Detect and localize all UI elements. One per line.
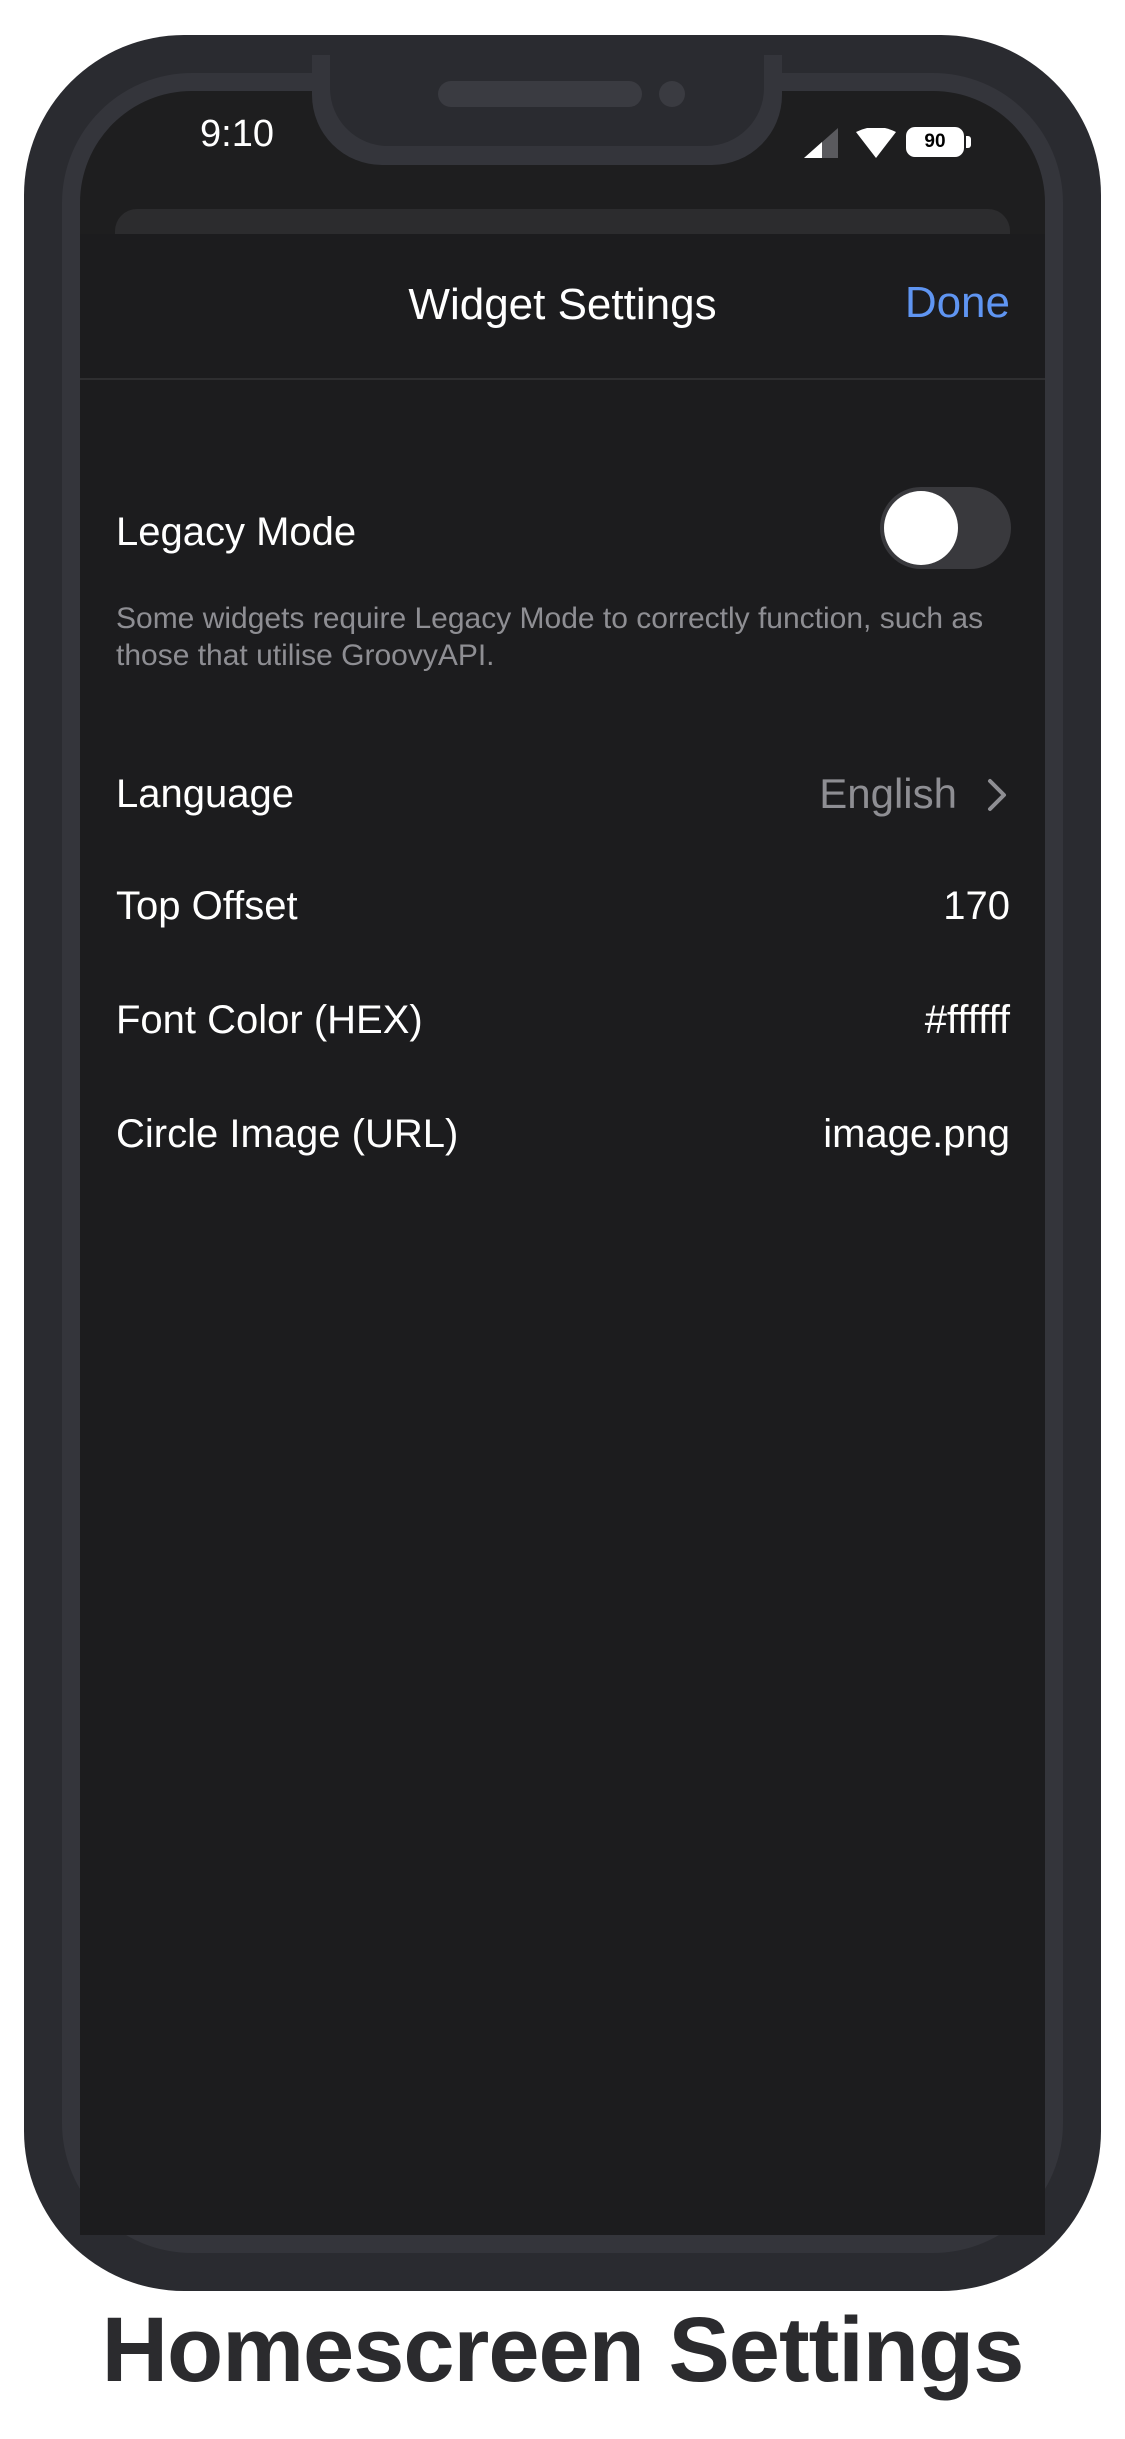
font-color-label: Font Color (HEX) [116,998,423,1042]
front-camera [659,81,685,107]
legacy-mode-footnote: Some widgets require Legacy Mode to corr… [116,602,984,672]
legacy-mode-toggle[interactable] [880,487,1011,569]
language-label: Language [116,772,294,816]
speaker-grille [438,81,642,107]
battery-icon: 90 [906,127,964,157]
legacy-mode-label: Legacy Mode [116,510,357,554]
chevron-right-icon [988,779,1006,811]
wifi-icon [856,128,896,158]
top-offset-input[interactable]: 170 [943,884,1010,929]
cellular-signal-icon [804,128,838,158]
top-offset-label: Top Offset [116,884,298,928]
circle-image-label: Circle Image (URL) [116,1112,459,1156]
nav-divider [80,378,1045,380]
promo-caption: Homescreen Settings [101,2299,1025,2401]
language-value: English [819,770,957,817]
font-color-input[interactable]: #ffffff [925,998,1010,1043]
circle-image-input[interactable]: image.png [823,1112,1010,1157]
battery-cap [966,136,971,148]
toggle-knob [884,491,958,565]
done-button[interactable]: Done [880,278,1010,328]
status-time: 9:10 [200,113,274,155]
battery-level: 90 [924,131,946,152]
